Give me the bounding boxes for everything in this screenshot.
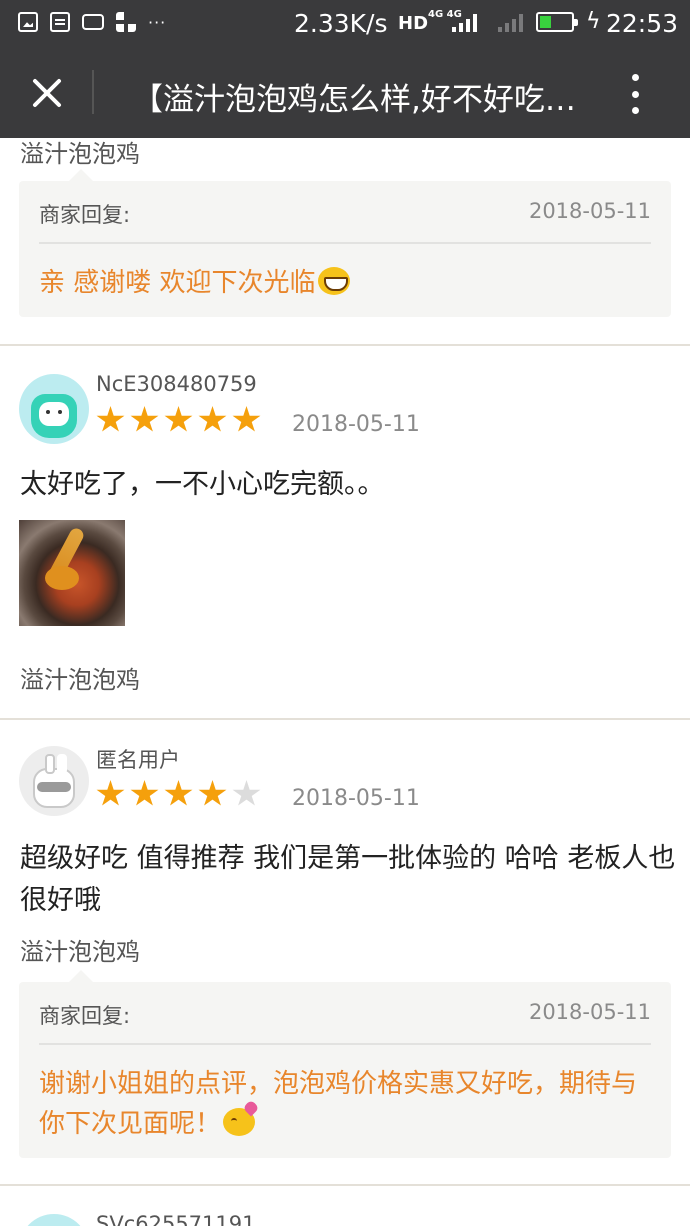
avatar[interactable] <box>19 746 89 816</box>
title-bar: 【溢汁泡泡鸡怎么样,好不好吃】... <box>0 48 690 138</box>
star-filled-icon <box>232 406 261 432</box>
review-date: 2018-05-11 <box>292 412 420 437</box>
reply-text-content: 亲 感谢喽 欢迎下次光临 <box>39 268 316 298</box>
reply-text: 亲 感谢喽 欢迎下次光临 <box>39 263 651 303</box>
network-speed: 2.33K/s <box>294 9 388 38</box>
reply-date: 2018-05-11 <box>528 1000 651 1024</box>
title-divider <box>92 70 94 114</box>
star-filled-icon <box>164 780 193 806</box>
star-filled-icon <box>164 406 193 432</box>
more-notifications-icon: ··· <box>148 12 167 32</box>
message-icon <box>50 12 70 32</box>
merchant-reply: 商家回复: 2018-05-11 谢谢小姐姐的点评，泡泡鸡价格实惠又好吃，期待与… <box>19 970 671 1158</box>
star-empty-icon <box>232 780 261 806</box>
battery-level <box>540 16 551 28</box>
more-vertical-icon[interactable] <box>620 72 650 116</box>
review-divider <box>0 1184 690 1186</box>
reply-text: 谢谢小姐姐的点评，泡泡鸡价格实惠又好吃，期待与你下次见面呢！ <box>39 1064 651 1144</box>
user-name: NcE308480759 <box>96 372 257 396</box>
reply-divider <box>39 242 651 244</box>
star-filled-icon <box>198 406 227 432</box>
avatar[interactable] <box>19 374 89 444</box>
kiss-emoji-icon <box>223 1108 256 1136</box>
reply-label: 商家回复: <box>39 1004 131 1028</box>
rating-stars <box>96 406 261 434</box>
review-text: 太好吃了，一不小心吃完额。。 <box>20 469 385 500</box>
user-name: 匿名用户 <box>96 748 180 772</box>
page-title: 【溢汁泡泡鸡怎么样,好不好吃】... <box>132 82 577 118</box>
shop-tag[interactable]: 溢汁泡泡鸡 <box>20 660 140 695</box>
review-divider <box>0 344 690 346</box>
merchant-reply: 商家回复: 2018-05-11 亲 感谢喽 欢迎下次光临 <box>19 169 671 317</box>
star-filled-icon <box>130 780 159 806</box>
shop-tag[interactable]: 溢汁泡泡鸡 <box>20 932 140 967</box>
review-photo[interactable] <box>19 520 125 626</box>
signal-icon <box>452 12 477 32</box>
grin-emoji-icon <box>317 267 350 295</box>
notification-icons: ··· <box>18 12 166 32</box>
star-filled-icon <box>130 406 159 432</box>
signal-icon-2 <box>498 12 523 32</box>
star-filled-icon <box>198 780 227 806</box>
review-list[interactable]: 溢汁泡泡鸡 商家回复: 2018-05-11 亲 感谢喽 欢迎下次光临 NcE3… <box>0 138 690 1226</box>
star-filled-icon <box>96 780 125 806</box>
reply-divider <box>39 1043 651 1045</box>
reply-label: 商家回复: <box>39 203 131 227</box>
avatar[interactable] <box>19 1214 89 1226</box>
shop-tag[interactable]: 溢汁泡泡鸡 <box>20 138 140 169</box>
rating-stars <box>96 780 261 808</box>
status-bar: ··· 2.33K/s HD 4G 4G ϟ 22:53 <box>0 0 690 48</box>
reply-text-content: 谢谢小姐姐的点评，泡泡鸡价格实惠又好吃，期待与你下次见面呢！ <box>39 1069 638 1139</box>
camera-icon <box>82 14 104 30</box>
close-icon[interactable] <box>24 70 70 116</box>
charging-icon: ϟ <box>586 9 601 34</box>
image-icon <box>18 12 38 32</box>
review-date: 2018-05-11 <box>292 786 420 811</box>
reply-date: 2018-05-11 <box>528 199 651 223</box>
review-divider <box>0 718 690 720</box>
star-filled-icon <box>96 406 125 432</box>
user-name: SVc625571191 <box>96 1212 256 1226</box>
review-text: 超级好吃 值得推荐 我们是第一批体验的 哈哈 老板人也很好哦 <box>20 843 676 916</box>
hd-indicator: HD <box>398 13 429 34</box>
apps-icon <box>116 12 136 32</box>
clock: 22:53 <box>606 9 679 38</box>
battery-icon <box>536 12 578 32</box>
